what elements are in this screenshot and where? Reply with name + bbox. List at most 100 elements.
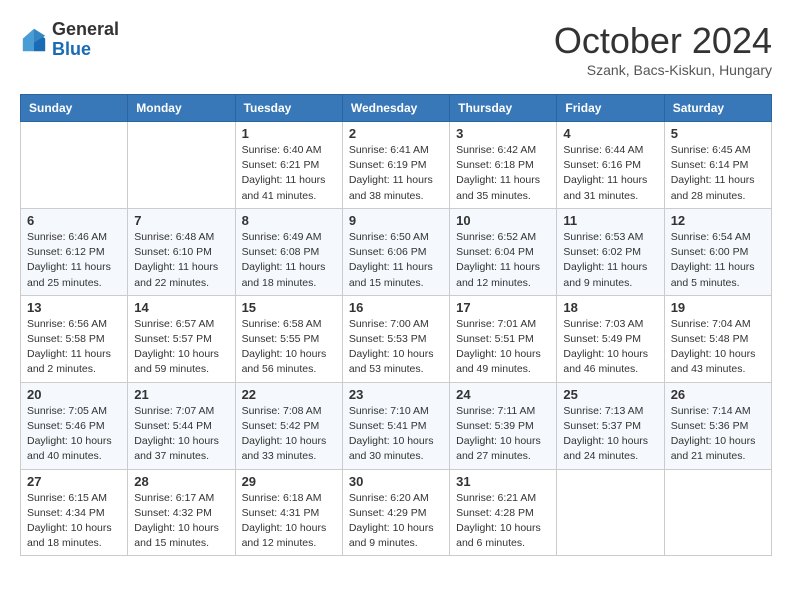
day-info: Sunrise: 6:40 AM Sunset: 6:21 PM Dayligh… <box>242 143 336 204</box>
day-info: Sunrise: 7:00 AM Sunset: 5:53 PM Dayligh… <box>349 317 443 378</box>
calendar-cell: 7 Sunrise: 6:48 AM Sunset: 6:10 PM Daylig… <box>128 208 235 295</box>
day-number: 15 <box>242 300 336 315</box>
day-of-week-header: Tuesday <box>235 95 342 122</box>
day-info: Sunrise: 6:17 AM Sunset: 4:32 PM Dayligh… <box>134 491 228 552</box>
day-info: Sunrise: 6:52 AM Sunset: 6:04 PM Dayligh… <box>456 230 550 291</box>
day-number: 5 <box>671 126 765 141</box>
calendar-cell: 4 Sunrise: 6:44 AM Sunset: 6:16 PM Daylig… <box>557 122 664 209</box>
day-info: Sunrise: 6:48 AM Sunset: 6:10 PM Dayligh… <box>134 230 228 291</box>
day-info: Sunrise: 6:42 AM Sunset: 6:18 PM Dayligh… <box>456 143 550 204</box>
day-number: 26 <box>671 387 765 402</box>
calendar-cell: 8 Sunrise: 6:49 AM Sunset: 6:08 PM Daylig… <box>235 208 342 295</box>
logo-general: General <box>52 20 119 40</box>
day-info: Sunrise: 7:10 AM Sunset: 5:41 PM Dayligh… <box>349 404 443 465</box>
logo-blue: Blue <box>52 40 119 60</box>
day-info: Sunrise: 6:41 AM Sunset: 6:19 PM Dayligh… <box>349 143 443 204</box>
day-number: 27 <box>27 474 121 489</box>
day-info: Sunrise: 6:49 AM Sunset: 6:08 PM Dayligh… <box>242 230 336 291</box>
calendar-cell: 30Sunrise: 6:20 AM Sunset: 4:29 PM Dayli… <box>342 469 449 556</box>
calendar-cell: 19 Sunrise: 7:04 AM Sunset: 5:48 PM Dayli… <box>664 295 771 382</box>
day-number: 13 <box>27 300 121 315</box>
day-of-week-header: Sunday <box>21 95 128 122</box>
calendar-cell: 18 Sunrise: 7:03 AM Sunset: 5:49 PM Dayli… <box>557 295 664 382</box>
day-info: Sunrise: 6:53 AM Sunset: 6:02 PM Dayligh… <box>563 230 657 291</box>
calendar-week-row: 27Sunrise: 6:15 AM Sunset: 4:34 PM Dayli… <box>21 469 772 556</box>
day-info: Sunrise: 7:11 AM Sunset: 5:39 PM Dayligh… <box>456 404 550 465</box>
day-number: 16 <box>349 300 443 315</box>
calendar-cell: 12 Sunrise: 6:54 AM Sunset: 6:00 PM Dayli… <box>664 208 771 295</box>
day-info: Sunrise: 7:04 AM Sunset: 5:48 PM Dayligh… <box>671 317 765 378</box>
calendar-cell: 25 Sunrise: 7:13 AM Sunset: 5:37 PM Dayli… <box>557 382 664 469</box>
calendar-cell: 27Sunrise: 6:15 AM Sunset: 4:34 PM Dayli… <box>21 469 128 556</box>
calendar-cell: 10 Sunrise: 6:52 AM Sunset: 6:04 PM Dayli… <box>450 208 557 295</box>
day-info: Sunrise: 6:58 AM Sunset: 5:55 PM Dayligh… <box>242 317 336 378</box>
day-number: 31 <box>456 474 550 489</box>
calendar-cell: 11 Sunrise: 6:53 AM Sunset: 6:02 PM Dayli… <box>557 208 664 295</box>
calendar-cell: 31 Sunrise: 6:21 AM Sunset: 4:28 PM Dayli… <box>450 469 557 556</box>
calendar-cell: 23 Sunrise: 7:10 AM Sunset: 5:41 PM Dayli… <box>342 382 449 469</box>
day-number: 19 <box>671 300 765 315</box>
day-info: Sunrise: 7:05 AM Sunset: 5:46 PM Dayligh… <box>27 404 121 465</box>
location-subtitle: Szank, Bacs-Kiskun, Hungary <box>554 62 772 78</box>
day-info: Sunrise: 7:13 AM Sunset: 5:37 PM Dayligh… <box>563 404 657 465</box>
day-number: 7 <box>134 213 228 228</box>
calendar-week-row: 20 Sunrise: 7:05 AM Sunset: 5:46 PM Dayli… <box>21 382 772 469</box>
day-number: 17 <box>456 300 550 315</box>
day-info: Sunrise: 7:07 AM Sunset: 5:44 PM Dayligh… <box>134 404 228 465</box>
day-number: 6 <box>27 213 121 228</box>
day-number: 24 <box>456 387 550 402</box>
day-of-week-header: Thursday <box>450 95 557 122</box>
calendar-cell: 6 Sunrise: 6:46 AM Sunset: 6:12 PM Daylig… <box>21 208 128 295</box>
calendar-cell: 16 Sunrise: 7:00 AM Sunset: 5:53 PM Dayli… <box>342 295 449 382</box>
day-info: Sunrise: 6:46 AM Sunset: 6:12 PM Dayligh… <box>27 230 121 291</box>
calendar-cell: 14 Sunrise: 6:57 AM Sunset: 5:57 PM Dayli… <box>128 295 235 382</box>
calendar-cell: 3 Sunrise: 6:42 AM Sunset: 6:18 PM Daylig… <box>450 122 557 209</box>
calendar-cell: 2 Sunrise: 6:41 AM Sunset: 6:19 PM Daylig… <box>342 122 449 209</box>
day-number: 4 <box>563 126 657 141</box>
day-info: Sunrise: 6:21 AM Sunset: 4:28 PM Dayligh… <box>456 491 550 552</box>
day-info: Sunrise: 7:01 AM Sunset: 5:51 PM Dayligh… <box>456 317 550 378</box>
calendar-cell <box>664 469 771 556</box>
calendar-cell: 24 Sunrise: 7:11 AM Sunset: 5:39 PM Dayli… <box>450 382 557 469</box>
calendar-cell: 20 Sunrise: 7:05 AM Sunset: 5:46 PM Dayli… <box>21 382 128 469</box>
calendar-cell: 5Sunrise: 6:45 AM Sunset: 6:14 PM Daylig… <box>664 122 771 209</box>
logo-icon <box>20 26 48 54</box>
calendar-cell <box>21 122 128 209</box>
day-number: 14 <box>134 300 228 315</box>
page-header: General Blue October 2024 Szank, Bacs-Ki… <box>20 20 772 78</box>
day-info: Sunrise: 7:03 AM Sunset: 5:49 PM Dayligh… <box>563 317 657 378</box>
calendar-cell: 26Sunrise: 7:14 AM Sunset: 5:36 PM Dayli… <box>664 382 771 469</box>
day-of-week-header: Friday <box>557 95 664 122</box>
calendar-cell: 29 Sunrise: 6:18 AM Sunset: 4:31 PM Dayli… <box>235 469 342 556</box>
calendar-cell: 9Sunrise: 6:50 AM Sunset: 6:06 PM Daylig… <box>342 208 449 295</box>
day-info: Sunrise: 6:44 AM Sunset: 6:16 PM Dayligh… <box>563 143 657 204</box>
day-number: 25 <box>563 387 657 402</box>
day-info: Sunrise: 6:54 AM Sunset: 6:00 PM Dayligh… <box>671 230 765 291</box>
calendar-cell <box>557 469 664 556</box>
day-info: Sunrise: 7:08 AM Sunset: 5:42 PM Dayligh… <box>242 404 336 465</box>
day-number: 11 <box>563 213 657 228</box>
day-number: 18 <box>563 300 657 315</box>
day-number: 22 <box>242 387 336 402</box>
day-info: Sunrise: 6:50 AM Sunset: 6:06 PM Dayligh… <box>349 230 443 291</box>
calendar-cell: 28Sunrise: 6:17 AM Sunset: 4:32 PM Dayli… <box>128 469 235 556</box>
day-info: Sunrise: 6:57 AM Sunset: 5:57 PM Dayligh… <box>134 317 228 378</box>
day-number: 8 <box>242 213 336 228</box>
month-title: October 2024 <box>554 20 772 62</box>
logo-text: General Blue <box>52 20 119 60</box>
calendar-cell: 21Sunrise: 7:07 AM Sunset: 5:44 PM Dayli… <box>128 382 235 469</box>
day-of-week-header: Monday <box>128 95 235 122</box>
day-of-week-header: Wednesday <box>342 95 449 122</box>
calendar-cell <box>128 122 235 209</box>
day-info: Sunrise: 6:18 AM Sunset: 4:31 PM Dayligh… <box>242 491 336 552</box>
calendar-cell: 22 Sunrise: 7:08 AM Sunset: 5:42 PM Dayli… <box>235 382 342 469</box>
day-number: 10 <box>456 213 550 228</box>
day-number: 20 <box>27 387 121 402</box>
day-of-week-header: Saturday <box>664 95 771 122</box>
day-number: 2 <box>349 126 443 141</box>
day-number: 29 <box>242 474 336 489</box>
day-number: 23 <box>349 387 443 402</box>
day-number: 3 <box>456 126 550 141</box>
day-number: 12 <box>671 213 765 228</box>
calendar-header-row: SundayMondayTuesdayWednesdayThursdayFrid… <box>21 95 772 122</box>
